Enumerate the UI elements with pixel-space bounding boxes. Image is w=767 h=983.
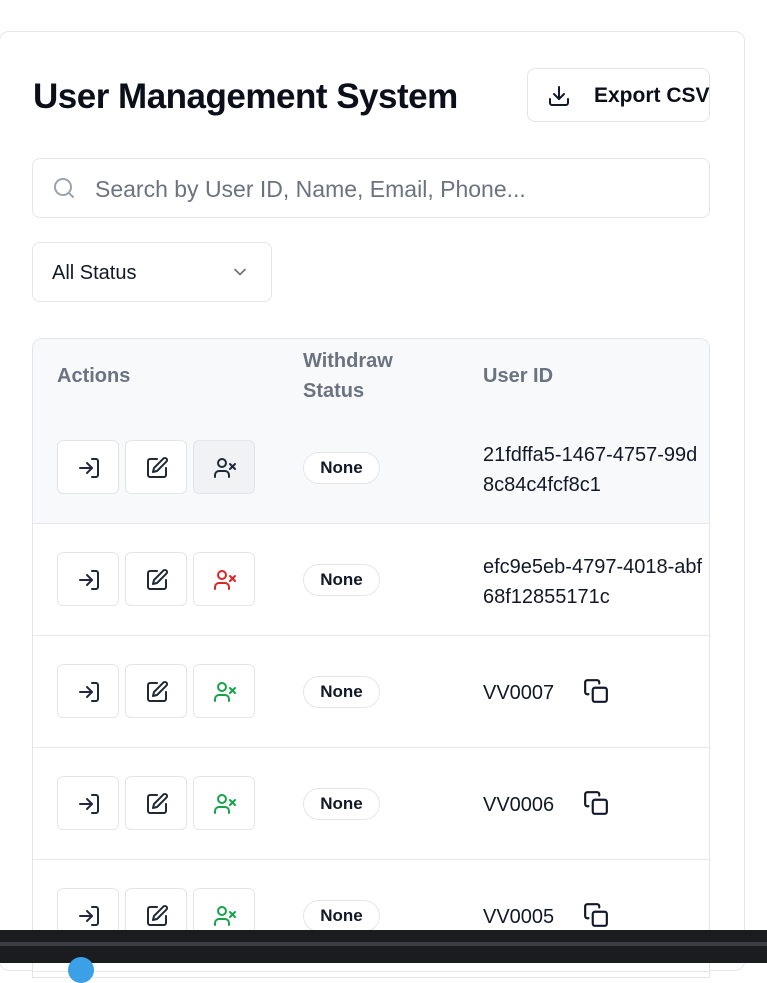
user-x-icon: [214, 794, 236, 814]
os-taskbar: [0, 930, 767, 983]
withdraw-status-badge: None: [303, 564, 380, 596]
page-title: User Management System: [33, 77, 458, 116]
search-icon: [54, 178, 74, 198]
edit-icon: [147, 681, 168, 702]
toggle-user-button[interactable]: [193, 776, 255, 830]
user-x-icon: [214, 906, 236, 926]
log-in-icon: [79, 906, 99, 926]
user-id-line1: efc9e5eb-4797-4018-abf: [483, 556, 703, 578]
table-header: Actions Withdraw Status User ID: [33, 339, 709, 413]
status-filter-value: All Status: [52, 262, 137, 284]
edit-icon: [147, 793, 168, 814]
log-in-icon: [79, 458, 99, 478]
user-x-icon: [214, 682, 236, 702]
download-icon: [549, 86, 569, 106]
edit-user-button[interactable]: [125, 440, 187, 494]
login-as-user-button[interactable]: [57, 664, 119, 718]
table-row: None 21fdffa5-1467-4757-99d 8c84c4fcf8c1: [33, 412, 709, 524]
login-as-user-button[interactable]: [57, 552, 119, 606]
user-id-cell: efc9e5eb-4797-4018-abf 68f12855171c: [483, 552, 709, 612]
copy-icon[interactable]: [583, 902, 609, 928]
login-as-user-button[interactable]: [57, 440, 119, 494]
search-box: [32, 158, 710, 219]
user-x-icon: [214, 570, 236, 590]
withdraw-status-badge: None: [303, 452, 380, 484]
export-csv-label: Export CSV: [594, 84, 710, 107]
user-id-cell: 21fdffa5-1467-4757-99d 8c84c4fcf8c1: [483, 440, 709, 500]
copy-icon[interactable]: [583, 790, 609, 816]
chevron-down-icon: [234, 268, 246, 276]
toggle-user-button[interactable]: [193, 440, 255, 494]
export-csv-button[interactable]: Export CSV: [527, 68, 710, 122]
toggle-user-button[interactable]: [193, 552, 255, 606]
user-id-line2: 8c84c4fcf8c1: [483, 474, 601, 496]
edit-user-button[interactable]: [125, 776, 187, 830]
table-row: None VV0006: [33, 748, 709, 860]
edit-user-button[interactable]: [125, 552, 187, 606]
table-row: None efc9e5eb-4797-4018-abf 68f12855171c: [33, 524, 709, 636]
column-header-actions: Actions: [57, 365, 131, 387]
withdraw-status-badge: None: [303, 788, 380, 820]
column-header-withdraw-line1: Withdraw: [303, 350, 393, 372]
toggle-user-button[interactable]: [193, 664, 255, 718]
column-header-user-id: User ID: [483, 365, 554, 387]
edit-icon: [147, 457, 168, 478]
users-table: Actions Withdraw Status User ID None 21f…: [32, 338, 710, 978]
user-id-line2: 68f12855171c: [483, 586, 610, 608]
user-x-icon: [214, 458, 236, 478]
log-in-icon: [79, 794, 99, 814]
copy-icon[interactable]: [583, 678, 609, 704]
status-filter-select[interactable]: All Status: [32, 242, 272, 302]
column-header-withdraw-line2: Status: [303, 380, 365, 402]
login-as-user-button[interactable]: [57, 776, 119, 830]
column-header-withdraw-status: Withdraw Status: [303, 346, 393, 406]
table-row: None VV0007: [33, 636, 709, 748]
edit-user-button[interactable]: [125, 664, 187, 718]
user-id-line1: 21fdffa5-1467-4757-99d: [483, 444, 698, 466]
taskbar-app-icon[interactable]: [68, 957, 94, 983]
edit-icon: [147, 905, 168, 926]
withdraw-status-badge: None: [303, 900, 380, 932]
log-in-icon: [79, 570, 99, 590]
edit-icon: [147, 569, 168, 590]
log-in-icon: [79, 682, 99, 702]
search-input[interactable]: [93, 159, 697, 219]
withdraw-status-badge: None: [303, 676, 380, 708]
taskbar-divider: [0, 942, 767, 946]
